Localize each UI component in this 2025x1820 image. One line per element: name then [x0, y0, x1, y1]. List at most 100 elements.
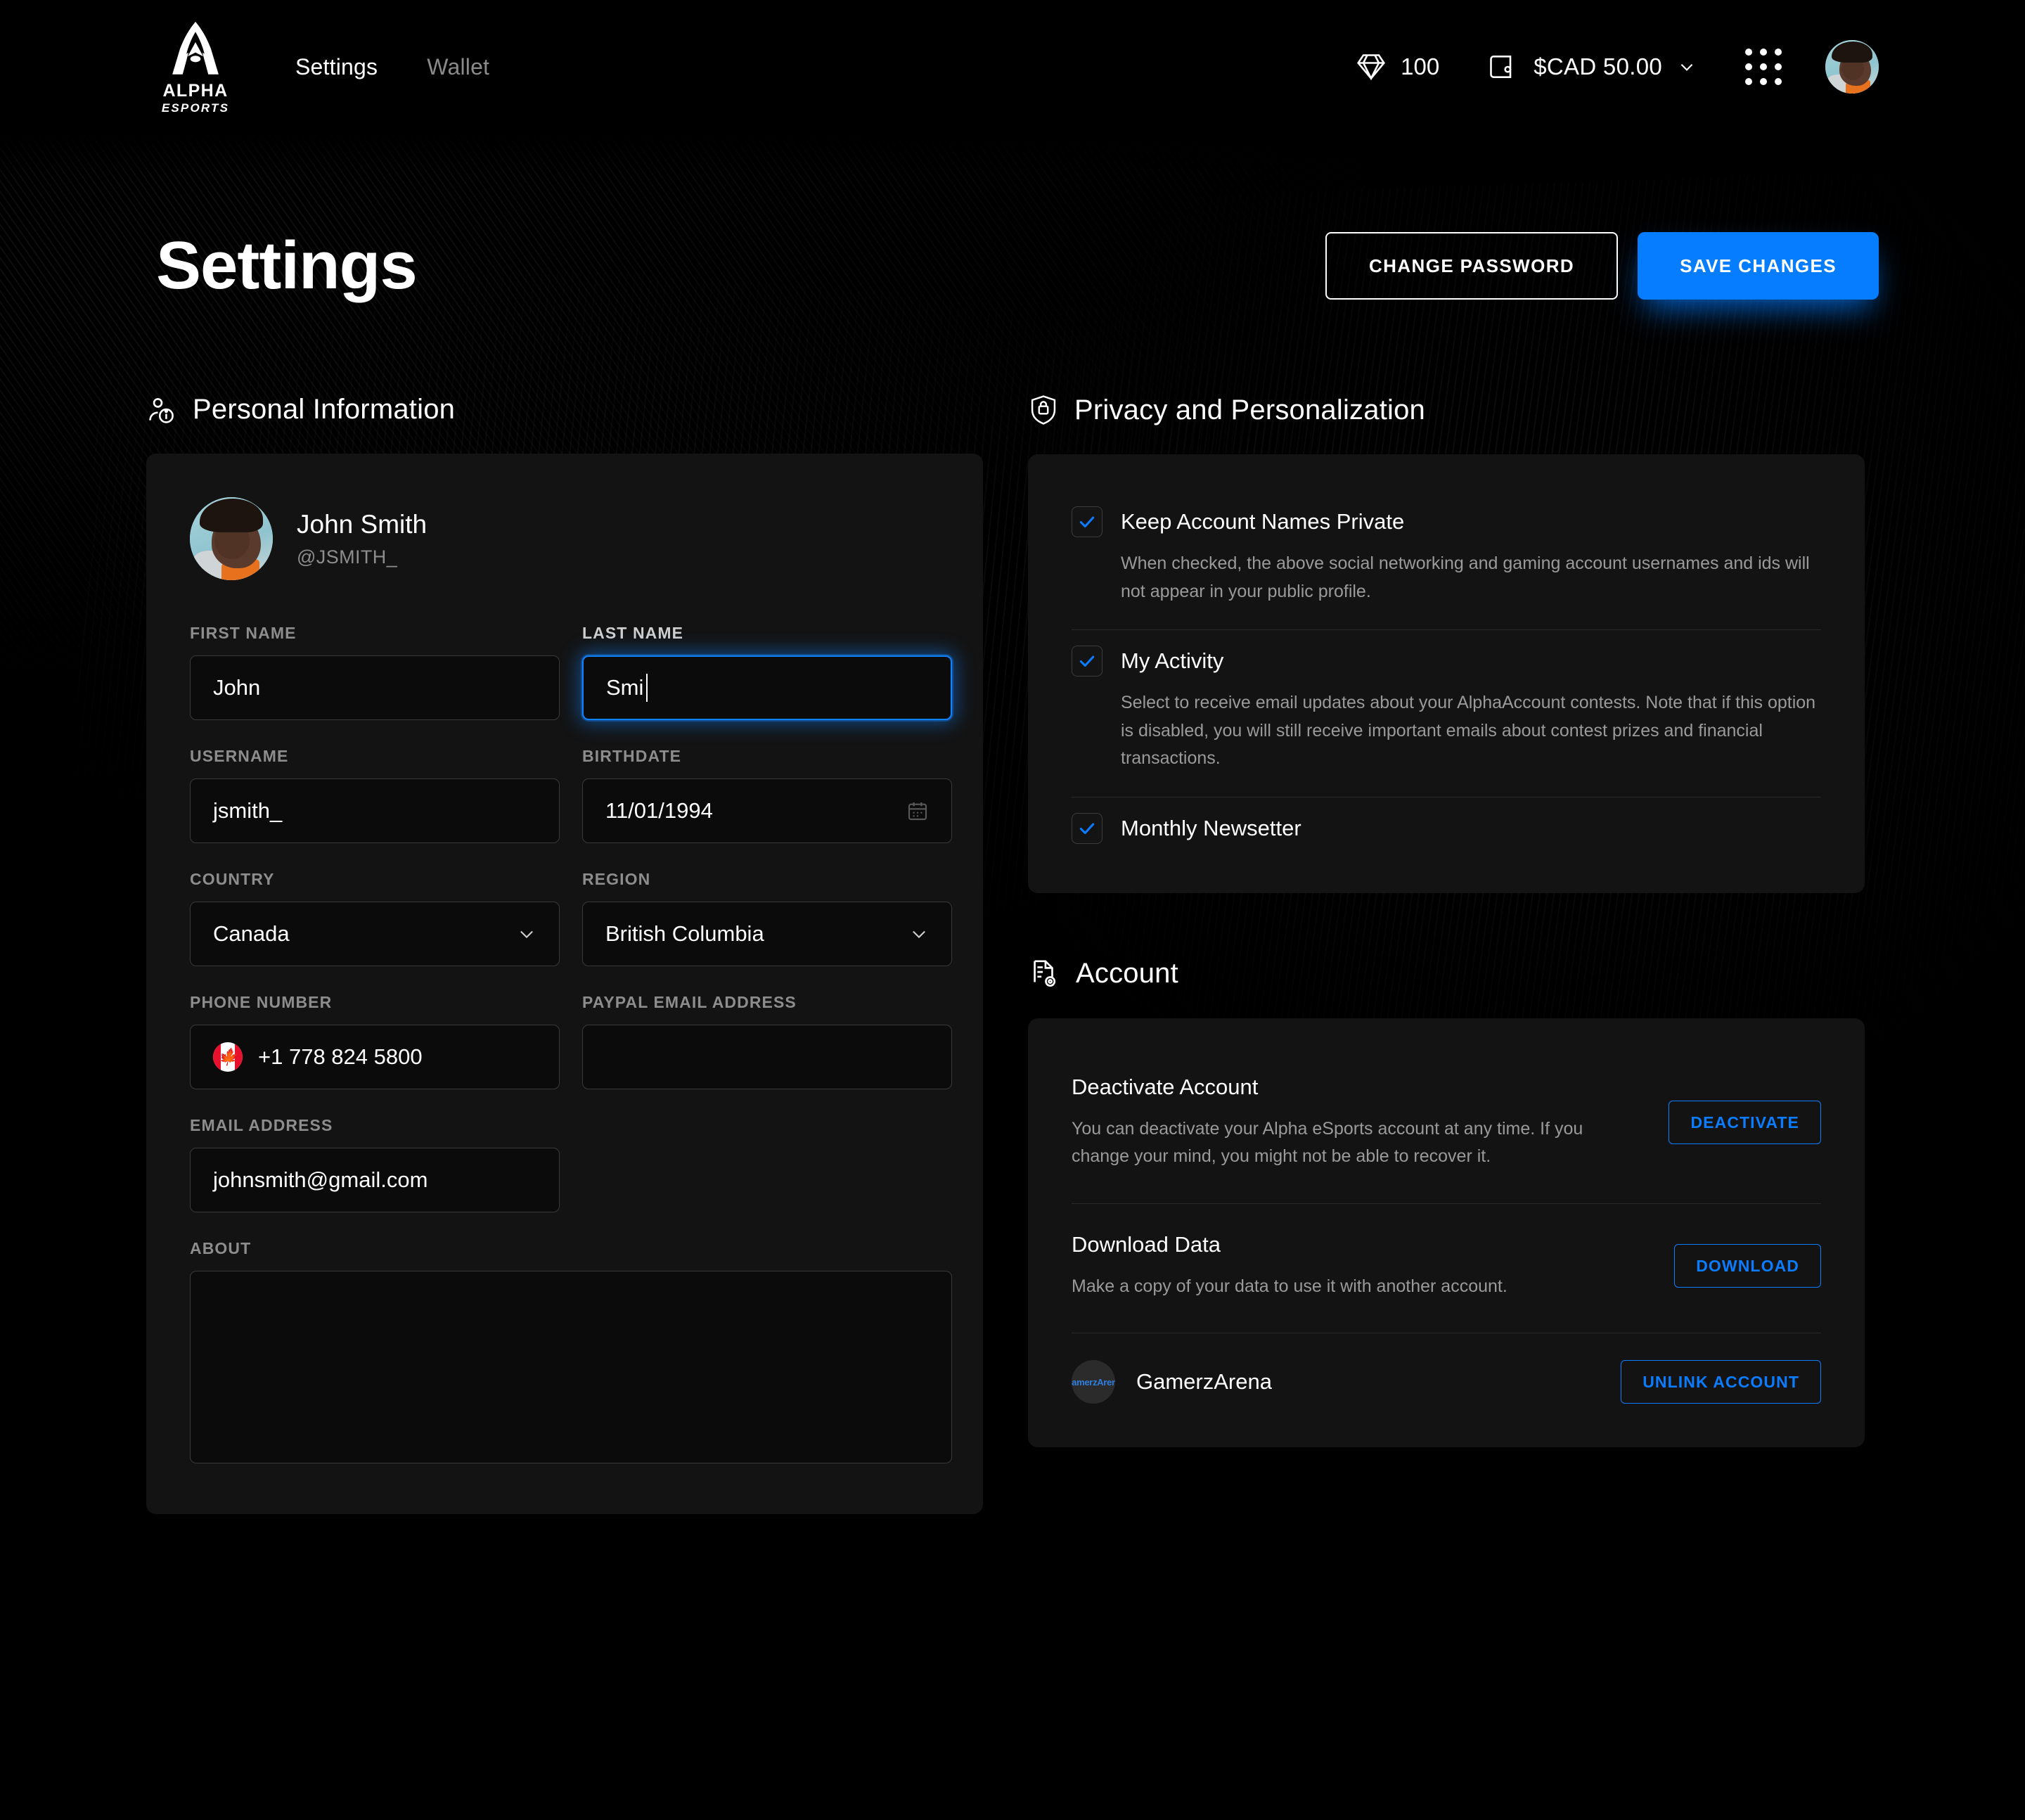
paypal-email-input[interactable]	[582, 1025, 952, 1089]
username-input[interactable]: jsmith_	[190, 778, 560, 843]
calendar-icon[interactable]	[906, 799, 929, 823]
account-card: Deactivate Account You can deactivate yo…	[1028, 1018, 1865, 1447]
check-icon	[1079, 516, 1095, 528]
profile-handle: @JSMITH_	[297, 546, 398, 568]
phone-number-label: PHONE NUMBER	[190, 993, 333, 1011]
keep-names-private-checkbox[interactable]	[1072, 506, 1102, 537]
settings-page: ALPHA ESPORTS Settings Wallet 100 $CAD 5…	[0, 0, 2025, 1820]
privacy-title: Privacy and Personalization	[1074, 394, 1425, 425]
logo-name: ALPHA	[162, 80, 229, 101]
deactivate-button[interactable]: DEACTIVATE	[1669, 1101, 1821, 1144]
unlink-account-button[interactable]: UNLINK ACCOUNT	[1621, 1360, 1821, 1404]
wallet-balance[interactable]: $CAD 50.00	[1487, 51, 1696, 82]
about-label: ABOUT	[190, 1239, 252, 1257]
shield-lock-icon	[1031, 395, 1056, 425]
brand-logo[interactable]: ALPHA ESPORTS	[146, 20, 245, 114]
about-textarea[interactable]	[190, 1271, 952, 1463]
email-address-value: johnsmith@gmail.com	[213, 1167, 428, 1192]
avatar[interactable]	[1825, 40, 1879, 94]
personal-information-card: John Smith @JSMITH_ FIRST NAME John LAST…	[146, 454, 983, 1514]
field-email-address: EMAIL ADDRESS johnsmith@gmail.com	[190, 1116, 560, 1212]
last-name-value: Smi	[606, 675, 644, 700]
chevron-down-icon	[520, 930, 533, 939]
check-icon	[1079, 823, 1095, 834]
gamerzarena-logo-text: GamerzArena	[1072, 1376, 1115, 1388]
wallet-amount: $CAD 50.00	[1534, 53, 1662, 79]
header-right-cluster: 100 $CAD 50.00	[1356, 40, 1879, 94]
country-value: Canada	[213, 921, 290, 946]
field-paypal-email: PAYPAL EMAIL ADDRESS	[582, 993, 952, 1089]
account-title: Account	[1076, 958, 1178, 989]
app-header: ALPHA ESPORTS Settings Wallet 100 $CAD 5…	[0, 0, 2025, 134]
region-select[interactable]: British Columbia	[582, 902, 952, 966]
my-activity-label: My Activity	[1121, 648, 1224, 673]
page-title-row: Settings CHANGE PASSWORD SAVE CHANGES	[0, 232, 2025, 300]
canada-flag-icon: 🍁	[213, 1042, 243, 1072]
monthly-newsletter-checkbox[interactable]	[1072, 812, 1102, 844]
birthdate-value: 11/01/1994	[605, 798, 713, 823]
wallet-icon	[1490, 56, 1512, 78]
privacy-header: Privacy and Personalization	[1028, 394, 1865, 426]
username-value: jsmith_	[213, 798, 283, 823]
right-column: Privacy and Personalization Keep Account…	[1028, 394, 1865, 1447]
page-actions: CHANGE PASSWORD SAVE CHANGES	[1325, 232, 1879, 300]
page-title: Settings	[156, 228, 418, 303]
first-name-label: FIRST NAME	[190, 624, 297, 642]
nav-item-wallet[interactable]: Wallet	[427, 54, 489, 80]
gems-count: 100	[1401, 53, 1440, 79]
field-username: USERNAME jsmith_	[190, 747, 560, 843]
download-button[interactable]: DOWNLOAD	[1674, 1244, 1821, 1288]
my-activity-description: Select to receive email updates about yo…	[1121, 693, 1816, 768]
personal-information-title: Personal Information	[193, 394, 456, 425]
field-birthdate: BIRTHDATE 11/01/1994	[582, 747, 952, 843]
alpha-esports-logo-icon	[172, 21, 219, 75]
gems-balance[interactable]: 100	[1356, 51, 1439, 82]
gamerzarena-logo-icon: GamerzArena	[1072, 1360, 1115, 1404]
first-name-value: John	[213, 675, 261, 700]
account-row-download: Download Data Make a copy of your data t…	[1072, 1204, 1821, 1333]
username-label: USERNAME	[190, 747, 289, 765]
keep-names-private-description: When checked, the above social networkin…	[1121, 553, 1810, 601]
email-address-input[interactable]: johnsmith@gmail.com	[190, 1148, 560, 1212]
monthly-newsletter-label: Monthly Newsetter	[1121, 815, 1301, 840]
field-region: REGION British Columbia	[582, 870, 952, 966]
phone-number-input[interactable]: 🍁 +1 778 824 5800	[190, 1025, 560, 1089]
document-gear-icon	[1034, 959, 1056, 987]
region-value: British Columbia	[605, 921, 764, 946]
chevron-down-icon	[913, 930, 925, 939]
personal-information-header: Personal Information	[146, 394, 983, 425]
nav-item-settings[interactable]: Settings	[295, 54, 378, 80]
keep-names-private-label: Keep Account Names Private	[1121, 509, 1405, 534]
settings-content: Personal Information John Smith @JSMITH_	[0, 394, 2025, 1514]
country-select[interactable]: Canada	[190, 902, 560, 966]
field-country: COUNTRY Canada	[190, 870, 560, 966]
apps-grid-icon[interactable]	[1745, 49, 1782, 85]
last-name-input[interactable]: Smi	[582, 655, 952, 720]
field-phone-number: PHONE NUMBER 🍁 +1 778 824 5800	[190, 993, 560, 1089]
first-name-input[interactable]: John	[190, 655, 560, 720]
deactivate-title: Deactivate Account	[1072, 1074, 1259, 1099]
paypal-email-label: PAYPAL EMAIL ADDRESS	[582, 993, 797, 1011]
field-about: ABOUT	[190, 1239, 952, 1463]
personal-information-column: Personal Information John Smith @JSMITH_	[146, 394, 983, 1514]
phone-number-value: +1 778 824 5800	[258, 1044, 423, 1069]
privacy-card: Keep Account Names Private When checked,…	[1028, 454, 1865, 893]
last-name-label: LAST NAME	[582, 624, 684, 642]
profile-avatar[interactable]	[190, 497, 273, 580]
profile-summary: John Smith @JSMITH_	[190, 497, 939, 580]
linked-account-name: GamerzArena	[1136, 1369, 1272, 1394]
change-password-button[interactable]: CHANGE PASSWORD	[1325, 232, 1619, 300]
download-data-description: Make a copy of your data to use it with …	[1072, 1276, 1508, 1296]
privacy-item-monthly-newsletter: Monthly Newsetter	[1072, 797, 1821, 857]
linked-account-row: GamerzArena GamerzArena UNLINK ACCOUNT	[1072, 1333, 1821, 1428]
country-label: COUNTRY	[190, 870, 275, 888]
check-icon	[1079, 655, 1095, 667]
main-nav: Settings Wallet	[295, 54, 489, 80]
save-changes-button[interactable]: SAVE CHANGES	[1638, 232, 1879, 300]
logo-sub: ESPORTS	[161, 101, 230, 115]
birthdate-input[interactable]: 11/01/1994	[582, 778, 952, 843]
my-activity-checkbox[interactable]	[1072, 646, 1102, 677]
text-caret	[646, 674, 648, 702]
field-first-name: FIRST NAME John	[190, 624, 560, 720]
diamond-icon	[1357, 54, 1386, 81]
